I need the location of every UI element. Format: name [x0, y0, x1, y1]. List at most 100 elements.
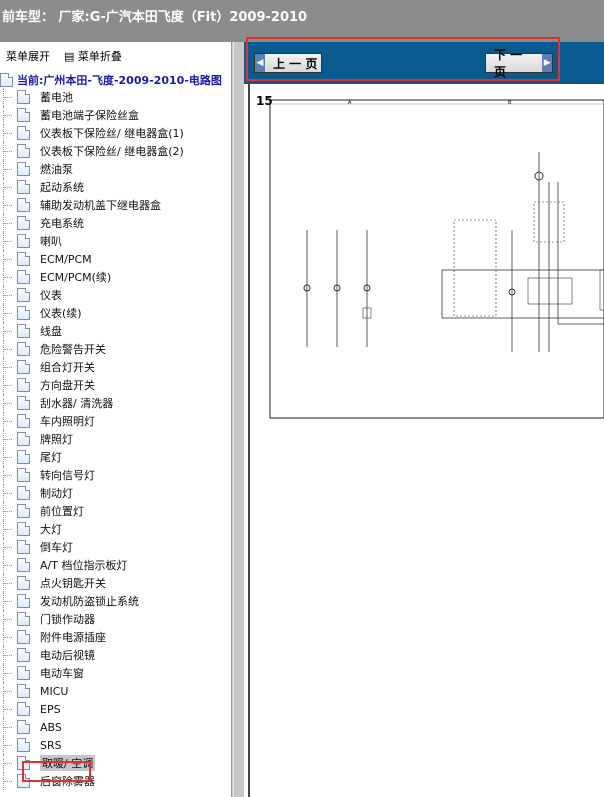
scroll-thumb[interactable]: [234, 42, 244, 797]
document-icon: [17, 468, 30, 482]
document-icon: [17, 432, 30, 446]
tree-item[interactable]: 充电系统: [0, 214, 231, 232]
document-icon: [17, 702, 30, 716]
tree-line: [3, 250, 15, 268]
tree-item[interactable]: 仪表: [0, 286, 231, 304]
tree-item-label: 转向信号灯: [40, 469, 95, 482]
document-icon: [17, 720, 30, 734]
tree-item[interactable]: 电动后视镜: [0, 646, 231, 664]
document-icon: [17, 342, 30, 356]
tree-line: [3, 628, 15, 646]
collapse-menu-button[interactable]: ▤ 菜单折叠: [64, 48, 122, 70]
tree-item[interactable]: 尾灯: [0, 448, 231, 466]
document-icon: [17, 558, 30, 572]
tree-item-label: 电动后视镜: [40, 649, 95, 662]
tree-line: [3, 610, 15, 628]
document-icon: [17, 378, 30, 392]
tree-item-label: 仪表: [40, 289, 62, 302]
tree-item[interactable]: ABS: [0, 718, 231, 736]
tree-item[interactable]: 刮水器/ 清洗器: [0, 394, 231, 412]
document-icon: [17, 684, 30, 698]
tree-line: [3, 664, 15, 682]
tree-item[interactable]: 制动灯: [0, 484, 231, 502]
tree-line: [3, 340, 15, 358]
tree-item[interactable]: 仪表板下保险丝/ 继电器盒(2): [0, 142, 231, 160]
tree-line: [3, 736, 15, 754]
current-node[interactable]: 当前:广州本田-飞度-2009-2010-电路图: [0, 70, 231, 88]
tree-item[interactable]: 起动系统: [0, 178, 231, 196]
tree-item[interactable]: ECM/PCM(续): [0, 268, 231, 286]
tree-line: [3, 484, 15, 502]
tree-item[interactable]: 转向信号灯: [0, 466, 231, 484]
tree-item[interactable]: 牌照灯: [0, 430, 231, 448]
tree-item[interactable]: 门锁作动器: [0, 610, 231, 628]
tree-item[interactable]: 危险警告开关: [0, 340, 231, 358]
tree-line: [3, 574, 15, 592]
tree-item[interactable]: 线盘: [0, 322, 231, 340]
tree-item[interactable]: 辅助发动机盖下继电器盒: [0, 196, 231, 214]
tree-line: [3, 268, 15, 286]
tree-item-label: 车内照明灯: [40, 415, 95, 428]
tree-item-label: 仪表板下保险丝/ 继电器盒(1): [40, 127, 184, 140]
tree-item[interactable]: 仪表(续): [0, 304, 231, 322]
tree-line: [3, 466, 15, 484]
tree-line: [3, 412, 15, 430]
tree-line: [3, 232, 15, 250]
tree-item-label: 喇叭: [40, 235, 62, 248]
tree-item[interactable]: 蓄电池端子保险丝盒: [0, 106, 231, 124]
document-icon: [17, 738, 30, 752]
menu-controls: 菜单展开 ▤ 菜单折叠: [0, 42, 231, 70]
document-icon: [17, 360, 30, 374]
tree-item[interactable]: 大灯: [0, 520, 231, 538]
tree-item[interactable]: 仪表板下保险丝/ 继电器盒(1): [0, 124, 231, 142]
tree-item[interactable]: 点火钥匙开关: [0, 574, 231, 592]
tree-item-label: 蓄电池端子保险丝盒: [40, 109, 139, 122]
tree-line: [3, 646, 15, 664]
tree-item[interactable]: 车内照明灯: [0, 412, 231, 430]
tree-line: [3, 448, 15, 466]
tree-line: [3, 322, 15, 340]
tree-item-label: ECM/PCM: [40, 252, 92, 266]
tree-panel: 菜单展开 ▤ 菜单折叠 当前:广州本田-飞度-2009-2010-电路图 蓄电池…: [0, 42, 232, 797]
divider: [248, 84, 250, 797]
tree-item-label: 牌照灯: [40, 433, 73, 446]
tree-line: [3, 286, 15, 304]
tree-item[interactable]: 燃油泵: [0, 160, 231, 178]
document-icon: [17, 594, 30, 608]
tree-item-label: ABS: [40, 720, 62, 734]
expand-menu-button[interactable]: 菜单展开: [6, 48, 50, 70]
tree-item[interactable]: A/T 档位指示板灯: [0, 556, 231, 574]
tree-item[interactable]: 蓄电池: [0, 88, 231, 106]
tree-item[interactable]: 附件电源插座: [0, 628, 231, 646]
document-icon: [17, 486, 30, 500]
tree-item[interactable]: 喇叭: [0, 232, 231, 250]
tree-item-label: 蓄电池: [40, 91, 73, 104]
tree-item[interactable]: 倒车灯: [0, 538, 231, 556]
page-nav-bar: ◀ 上 一 页 下 一 页 ▶: [244, 37, 604, 84]
tree-line: [3, 772, 15, 790]
tree-item-label: MICU: [40, 684, 69, 698]
tree-item-label: 倒车灯: [40, 541, 73, 554]
document-icon: [17, 648, 30, 662]
tree-item-label: 辅助发动机盖下继电器盒: [40, 199, 161, 212]
tree-item-label: 仪表(续): [40, 307, 82, 320]
document-icon: [17, 108, 30, 122]
tree-item[interactable]: MICU: [0, 682, 231, 700]
tree-line: [3, 304, 15, 322]
tree-item[interactable]: EPS: [0, 700, 231, 718]
document-icon: [0, 73, 13, 87]
tree-item-label: 燃油泵: [40, 163, 73, 176]
left-scrollbar[interactable]: [232, 42, 244, 797]
tree-item-label: 附件电源插座: [40, 631, 106, 644]
tree-item[interactable]: 方向盘开关: [0, 376, 231, 394]
tree-item[interactable]: 发动机防盗锁止系统: [0, 592, 231, 610]
tree-item[interactable]: 组合灯开关: [0, 358, 231, 376]
tree-item-label: 大灯: [40, 523, 62, 536]
tree-item[interactable]: 前位置灯: [0, 502, 231, 520]
tree-item[interactable]: SRS: [0, 736, 231, 754]
document-icon: [17, 396, 30, 410]
tree-line: [3, 718, 15, 736]
tree-item[interactable]: ECM/PCM: [0, 250, 231, 268]
tree-line: [3, 520, 15, 538]
tree-item[interactable]: 电动车窗: [0, 664, 231, 682]
